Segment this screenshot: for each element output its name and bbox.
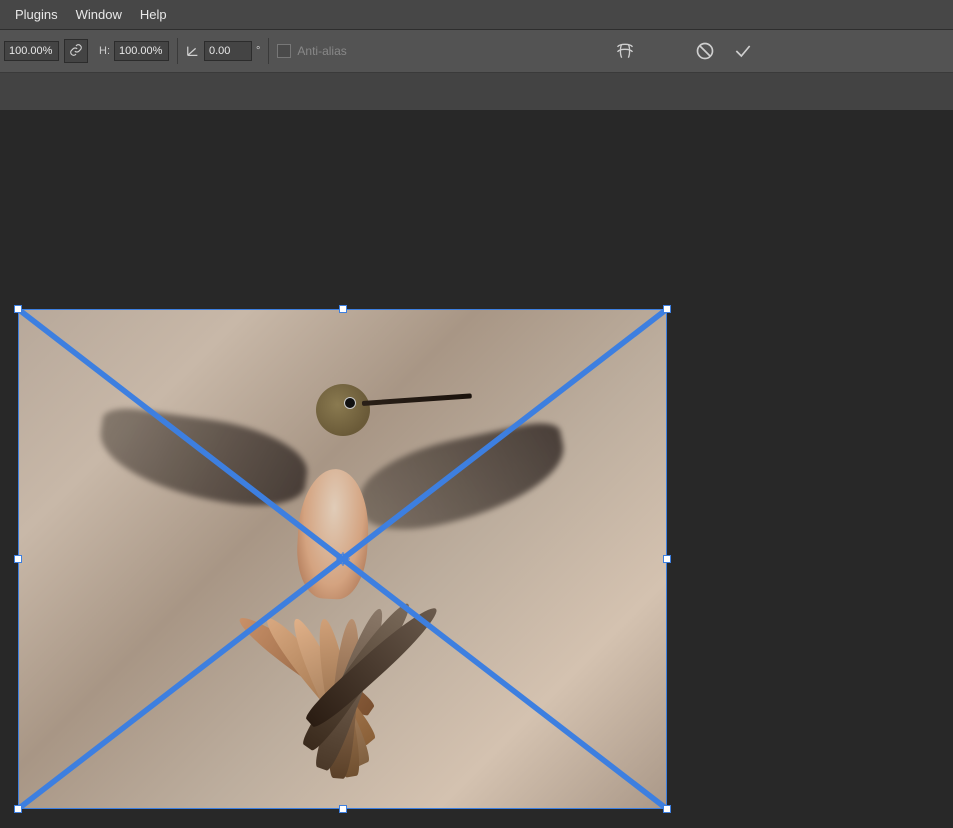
commit-checkmark-icon xyxy=(733,41,753,61)
warp-mode-button[interactable] xyxy=(612,38,638,64)
degree-label: ° xyxy=(256,45,260,57)
link-aspect-button[interactable] xyxy=(64,39,88,63)
menu-plugins[interactable]: Plugins xyxy=(6,0,67,29)
image-content xyxy=(362,393,472,406)
separator xyxy=(177,38,178,64)
document-tab-strip xyxy=(0,73,953,112)
separator xyxy=(268,38,269,64)
cancel-transform-button[interactable] xyxy=(692,38,718,64)
antialias-checkbox[interactable] xyxy=(277,44,291,58)
height-scale-input[interactable] xyxy=(114,41,169,61)
image-content xyxy=(352,418,574,540)
transform-handle-middle-left[interactable] xyxy=(14,555,22,563)
transform-options-bar: H: ° Anti-alias xyxy=(0,30,953,73)
image-content xyxy=(295,467,372,600)
transform-handle-bottom-middle[interactable] xyxy=(339,805,347,813)
canvas-workspace[interactable] xyxy=(0,110,953,828)
height-label: H: xyxy=(99,45,110,57)
application-menubar: Plugins Window Help xyxy=(0,0,953,30)
image-content xyxy=(93,405,312,513)
antialias-label: Anti-alias xyxy=(297,44,346,58)
transform-handle-middle-right[interactable] xyxy=(663,555,671,563)
warp-grid-icon xyxy=(615,41,635,61)
rotation-angle-input[interactable] xyxy=(204,41,252,61)
transform-handle-bottom-left[interactable] xyxy=(14,805,22,813)
transform-handle-top-middle[interactable] xyxy=(339,305,347,313)
menu-window[interactable]: Window xyxy=(67,0,131,29)
menu-help[interactable]: Help xyxy=(131,0,176,29)
transform-handle-top-right[interactable] xyxy=(663,305,671,313)
image-content xyxy=(344,397,356,409)
link-icon xyxy=(69,43,83,60)
transform-handle-top-left[interactable] xyxy=(14,305,22,313)
commit-transform-button[interactable] xyxy=(730,38,756,64)
angle-icon xyxy=(186,44,200,58)
transform-center-point[interactable] xyxy=(336,552,350,566)
image-content xyxy=(228,589,468,779)
cancel-icon xyxy=(695,41,715,61)
transform-handle-bottom-right[interactable] xyxy=(663,805,671,813)
image-content xyxy=(316,384,370,436)
width-scale-input[interactable] xyxy=(4,41,59,61)
